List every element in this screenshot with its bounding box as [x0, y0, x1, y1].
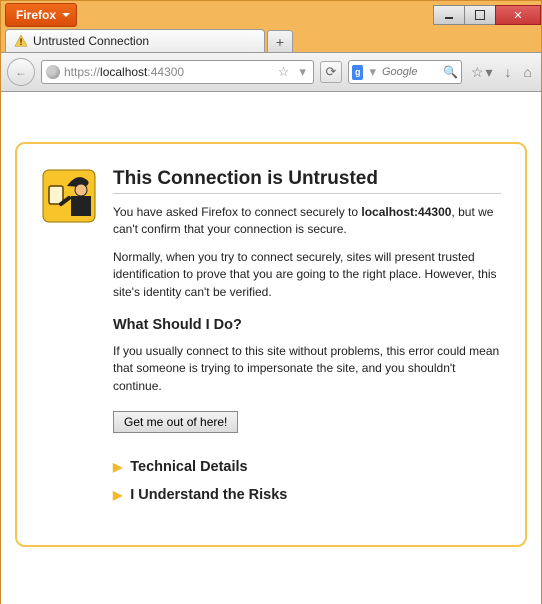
downloads-button[interactable]: ↓: [502, 64, 515, 80]
technical-details-label: Technical Details: [130, 459, 247, 475]
error-paragraph-1: You have asked Firefox to connect secure…: [113, 204, 501, 239]
search-engine-dropdown-icon[interactable]: ▾: [366, 64, 379, 80]
warning-icon: [14, 34, 28, 48]
triangle-right-icon: ▶: [113, 488, 122, 502]
maximize-button[interactable]: [464, 5, 496, 25]
what-should-i-do-heading: What Should I Do?: [113, 317, 501, 333]
chevron-down-icon: ▾: [486, 64, 493, 81]
url-text: https://localhost:44300: [64, 65, 271, 79]
titlebar: Firefox ✕: [1, 1, 541, 29]
minimize-button[interactable]: [433, 5, 465, 25]
bookmark-icon: ☆: [471, 64, 484, 81]
understand-risks-expander[interactable]: ▶ I Understand the Risks: [113, 487, 501, 503]
browser-window: Firefox ✕ Untrusted Connection + ← https…: [0, 0, 542, 604]
app-menu-button[interactable]: Firefox: [5, 3, 77, 27]
technical-details-expander[interactable]: ▶ Technical Details: [113, 459, 501, 475]
new-tab-button[interactable]: +: [267, 30, 293, 52]
search-input[interactable]: [382, 66, 440, 78]
search-go-icon[interactable]: 🔍: [443, 65, 458, 79]
understand-risks-label: I Understand the Risks: [130, 487, 287, 503]
tab-bar: Untrusted Connection +: [1, 29, 541, 52]
close-button[interactable]: ✕: [495, 5, 541, 25]
error-panel: This Connection is Untrusted You have as…: [15, 142, 527, 547]
tab-title: Untrusted Connection: [33, 34, 149, 48]
window-controls: ✕: [434, 5, 541, 25]
page-content: This Connection is Untrusted You have as…: [1, 92, 541, 604]
page-heading: This Connection is Untrusted: [113, 168, 501, 194]
url-bar[interactable]: https://localhost:44300 ☆ ▾: [41, 60, 314, 84]
back-button[interactable]: ←: [7, 58, 35, 86]
nav-toolbar: ← https://localhost:44300 ☆ ▾ ⟳ g ▾ 🔍 ☆▾…: [1, 52, 541, 92]
untrusted-cop-icon: [41, 168, 97, 224]
search-bar[interactable]: g ▾ 🔍: [348, 60, 462, 84]
globe-icon: [46, 65, 60, 79]
error-paragraph-3: If you usually connect to this site with…: [113, 343, 501, 395]
bookmark-star-icon[interactable]: ☆: [275, 64, 293, 80]
error-paragraph-2: Normally, when you try to connect secure…: [113, 249, 501, 301]
url-dropdown-icon[interactable]: ▾: [296, 64, 309, 80]
reload-button[interactable]: ⟳: [320, 61, 342, 83]
google-icon: g: [352, 65, 364, 80]
triangle-right-icon: ▶: [113, 460, 122, 474]
get-me-out-button[interactable]: Get me out of here!: [113, 411, 238, 433]
bookmarks-menu-button[interactable]: ☆▾: [468, 64, 496, 81]
error-text-column: This Connection is Untrusted You have as…: [113, 168, 501, 515]
tab-active[interactable]: Untrusted Connection: [5, 29, 265, 52]
home-button[interactable]: ⌂: [521, 64, 535, 80]
